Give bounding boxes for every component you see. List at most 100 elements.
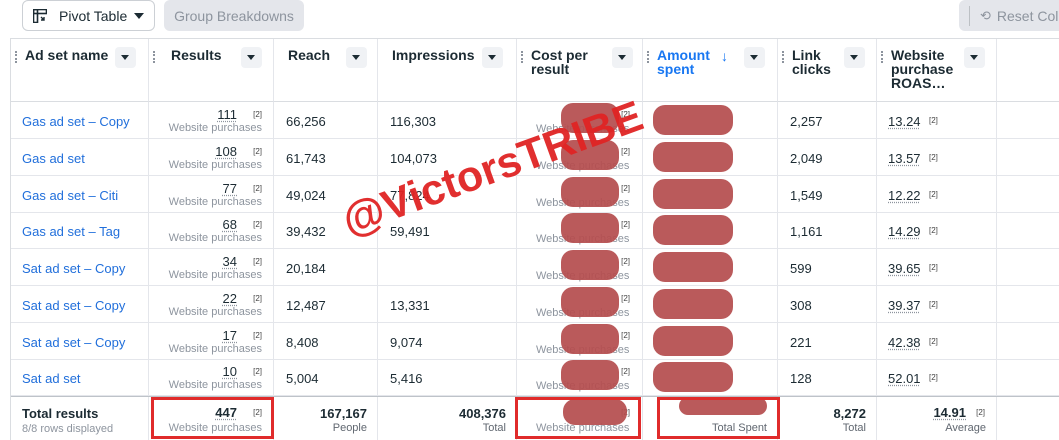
table-row: Gas ad set – Tag 68 [2] Website purchases 39… [11,212,1059,250]
impressions-cell: 9,074 [378,322,517,359]
header-amount-spent-label: Amount spent [657,47,710,77]
column-menu-icon[interactable] [241,47,262,68]
results-value[interactable]: 34 [223,254,237,269]
results-cell: 34 [2] Website purchases [149,249,274,285]
link-clicks-value: 128 [790,371,812,387]
header-reach[interactable]: Reach [274,39,378,102]
drag-handle-icon[interactable] [647,51,650,63]
column-menu-icon[interactable] [115,47,136,68]
amount-spent-cell [643,285,778,322]
roas-value[interactable]: 42.38 [888,335,921,350]
roas-value[interactable]: 52.01 [888,371,921,386]
ad-set-name-link[interactable]: Gas ad set – Citi [22,188,118,203]
drag-handle-icon[interactable] [153,51,156,63]
redaction-mark [561,286,619,317]
ad-set-name-link[interactable]: Sat ad set – Copy [22,298,125,313]
link-clicks-cell: 2,257 [778,102,877,138]
redaction-mark [653,215,733,246]
header-ad-set-name[interactable]: Ad set name [11,39,149,102]
link-clicks-cell: 221 [778,322,877,359]
column-menu-icon[interactable] [612,47,633,68]
ad-set-name-cell: Sat ad set – Copy [11,322,149,359]
total-label: Total results [22,406,99,421]
redaction-mark [561,360,619,391]
header-link-clicks[interactable]: Link clicks [778,39,877,102]
column-menu-icon[interactable] [844,47,865,68]
redaction-mark [561,250,619,280]
amount-spent-cell [643,249,778,285]
results-value[interactable]: 111 [217,107,237,122]
table-row: Sat ad set 10 [2] Website purchases 5,004 5,4… [11,359,1059,397]
attribution-tag: [2] [621,293,630,303]
link-clicks-value: 2,257 [790,114,823,129]
results-value[interactable]: 10 [223,364,237,379]
header-amount-spent[interactable]: Amount spent ↓ [643,39,778,102]
ad-set-name-link[interactable]: Gas ad set [22,151,85,166]
drag-handle-icon[interactable] [15,51,18,63]
attribution-tag: [2] [253,257,262,266]
redaction-mark [653,252,733,282]
amount-spent-cell [643,322,778,359]
ad-set-name-link[interactable]: Sat ad set [22,371,81,386]
header-website-roas[interactable]: Website purchase ROAS… [877,39,997,102]
reach-value: 5,004 [286,371,319,387]
attribution-tag: [2] [253,293,262,303]
drag-handle-icon[interactable] [521,51,524,63]
roas-value[interactable]: 12.22 [888,188,921,203]
total-impressions-caption: Total [482,422,506,434]
ad-set-name-cell: Sat ad set – Copy [11,249,149,285]
roas-value[interactable]: 39.37 [888,298,921,313]
roas-value[interactable]: 13.24 [888,114,921,129]
attribution-tag: [2] [253,110,262,119]
results-value[interactable]: 68 [223,217,237,232]
header-cost-per-result[interactable]: Cost per result [517,39,643,102]
column-menu-icon[interactable] [744,47,765,68]
total-label-cell: Total results 8/8 rows displayed [11,397,149,440]
reset-columns-button[interactable]: ⟲ Reset Colu [959,0,1059,31]
column-menu-icon[interactable] [482,47,503,68]
results-value[interactable]: 22 [223,291,237,306]
header-impressions[interactable]: Impressions [378,39,517,102]
drag-handle-icon[interactable] [782,51,785,63]
attribution-tag: [2] [621,146,630,156]
group-breakdowns-button[interactable]: Group Breakdowns [164,0,304,31]
roas-cell: 42.38 [2] [877,322,997,359]
roas-value[interactable]: 13.57 [888,151,921,166]
ad-set-name-link[interactable]: Sat ad set – Copy [22,261,125,276]
total-reach-cell: 167,167 People [274,397,378,440]
reach-cell: 8,408 [274,322,378,359]
results-value[interactable]: 17 [223,328,237,343]
link-clicks-value: 308 [790,297,812,313]
empty-cell [997,102,1059,138]
cost-per-result-cell: Website purchases[2] [517,175,643,212]
results-value[interactable]: 108 [215,144,237,159]
results-cell: 17 [2] Website purchases [149,322,274,359]
drag-handle-icon[interactable] [881,51,884,63]
header-ad-set-name-label: Ad set name [25,47,109,63]
column-menu-icon[interactable] [346,47,367,68]
sort-descending-icon[interactable]: ↓ [721,49,728,63]
column-menu-icon[interactable] [964,47,985,68]
total-roas-value[interactable]: 14.91 [933,405,966,420]
ad-set-name-link[interactable]: Sat ad set – Copy [22,335,125,350]
attribution-tag: [2] [253,220,262,230]
link-clicks-value: 221 [790,334,812,350]
header-results[interactable]: Results [149,39,274,102]
roas-value[interactable]: 14.29 [888,224,921,239]
attribution-tag: [2] [253,183,262,193]
link-clicks-cell: 2,049 [778,138,877,175]
pivot-table-button[interactable]: Pivot Table [22,0,155,31]
highlight-box [657,397,780,439]
ad-set-name-link[interactable]: Gas ad set – Copy [22,114,130,129]
empty-cell [997,359,1059,395]
total-reach-value: 167,167 [320,406,367,421]
cost-per-result-cell: Website purchases[2] [517,359,643,396]
reset-icon: ⟲ [980,7,991,23]
ad-set-name-link[interactable]: Gas ad set – Tag [22,224,120,239]
results-sub: Website purchases [168,232,262,245]
amount-spent-cell [643,102,778,138]
roas-value[interactable]: 39.65 [888,261,921,276]
reach-value: 39,432 [286,224,326,240]
results-value[interactable]: 77 [223,181,237,196]
table-row: Sat ad set – Copy 22 [2] Website purchases 1… [11,285,1059,323]
